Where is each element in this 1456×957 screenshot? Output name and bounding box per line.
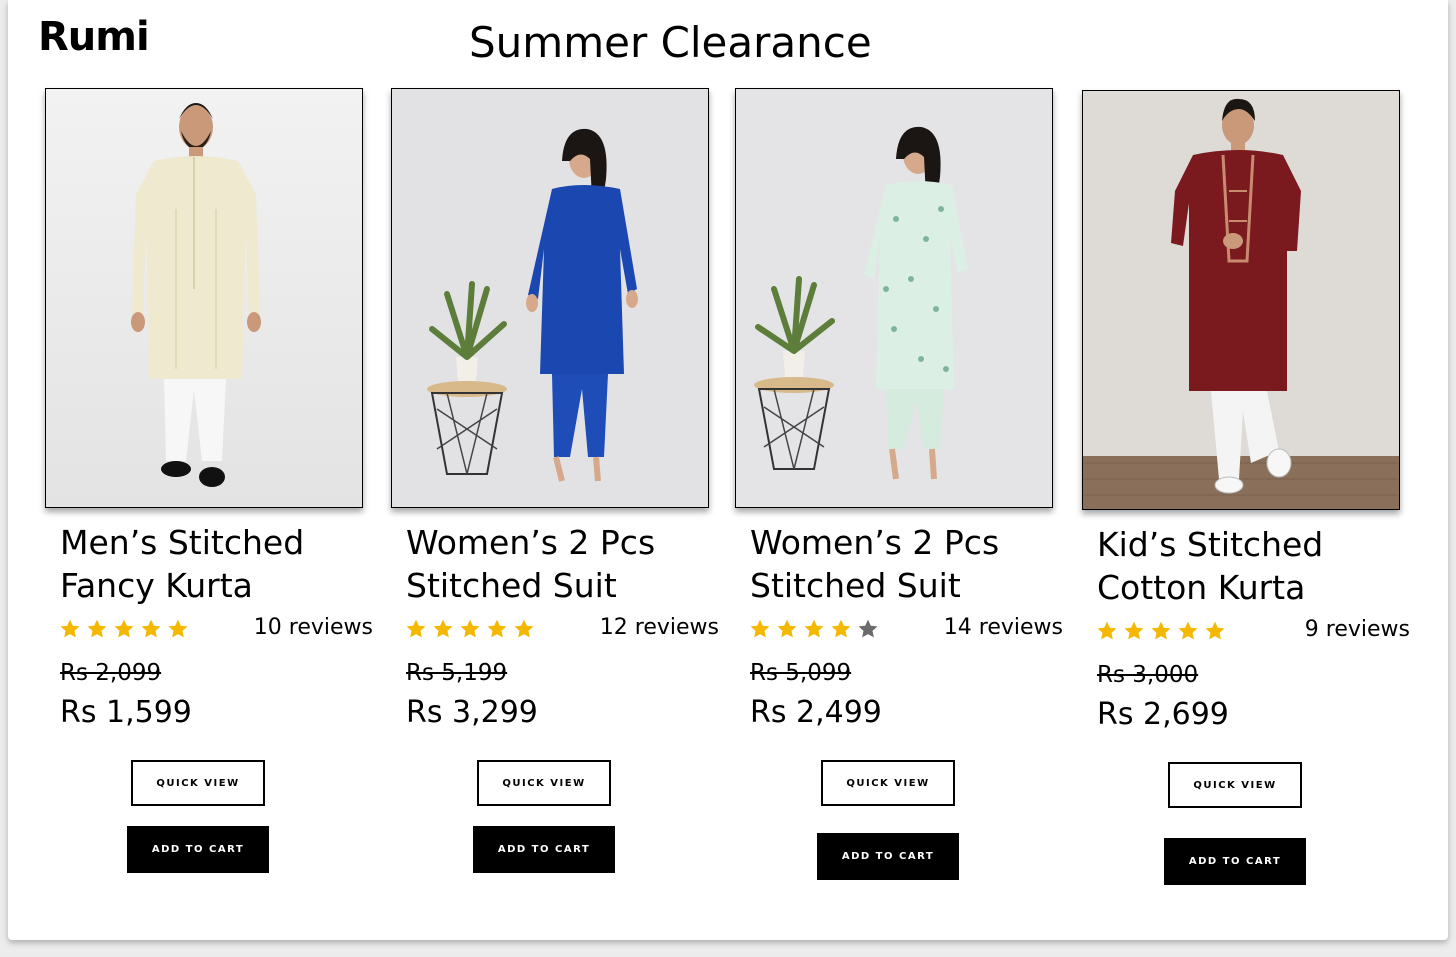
star-filled-icon (406, 619, 426, 638)
product-name-line: Women’s 2 Pcs (406, 523, 656, 562)
product-card: Men’s Stitched Fancy Kurta 10 reviews Rs… (45, 88, 385, 908)
rating-stars (59, 618, 189, 640)
add-to-cart-button[interactable]: ADD TO CART (127, 826, 269, 873)
product-image-womens-blue-suit[interactable] (391, 88, 709, 508)
add-to-cart-button[interactable]: ADD TO CART (473, 826, 615, 873)
product-name-line: Stitched Suit (406, 566, 617, 605)
product-name-line: Stitched Suit (750, 566, 961, 605)
reviews-count[interactable]: 14 reviews (944, 615, 1063, 640)
original-price: Rs 2,099 (60, 660, 162, 686)
star-filled-icon (750, 619, 770, 638)
quick-view-button[interactable]: QUICK VIEW (821, 760, 955, 806)
star-filled-icon (804, 619, 824, 638)
star-filled-icon (1124, 621, 1144, 640)
product-name[interactable]: Women’s 2 Pcs Stitched Suit (406, 521, 726, 607)
quick-view-button[interactable]: QUICK VIEW (1168, 762, 1302, 808)
product-card: Women’s 2 Pcs Stitched Suit 12 reviews R… (391, 88, 731, 908)
product-name[interactable]: Women’s 2 Pcs Stitched Suit (750, 521, 1070, 607)
quick-view-button[interactable]: QUICK VIEW (131, 760, 265, 806)
product-image-kids-kurta[interactable] (1082, 90, 1400, 510)
star-filled-icon (1205, 621, 1225, 640)
product-name-line: Women’s 2 Pcs (750, 523, 1000, 562)
page-title: Summer Clearance (469, 18, 872, 67)
product-name-line: Kid’s Stitched (1097, 525, 1324, 564)
star-filled-icon (60, 619, 80, 638)
star-filled-icon (460, 619, 480, 638)
product-listing-page: Rumi Summer Clearance Men’s Stitched Fan… (8, 0, 1448, 940)
brand-logo[interactable]: Rumi (38, 14, 150, 60)
rating-stars (405, 618, 535, 640)
product-image-mens-kurta[interactable] (45, 88, 363, 508)
sale-price: Rs 2,699 (1097, 697, 1229, 732)
star-filled-icon (831, 619, 851, 638)
sale-price: Rs 2,499 (750, 695, 882, 730)
add-to-cart-button[interactable]: ADD TO CART (1164, 838, 1306, 885)
add-to-cart-button[interactable]: ADD TO CART (817, 833, 959, 880)
star-filled-icon (168, 619, 188, 638)
star-empty-icon (858, 619, 878, 638)
original-price: Rs 5,199 (406, 660, 508, 686)
product-card: Kid’s Stitched Cotton Kurta 9 reviews Rs… (1082, 90, 1422, 910)
star-filled-icon (114, 619, 134, 638)
star-filled-icon (433, 619, 453, 638)
star-filled-icon (1178, 621, 1198, 640)
quick-view-button[interactable]: QUICK VIEW (477, 760, 611, 806)
product-name[interactable]: Men’s Stitched Fancy Kurta (60, 521, 380, 607)
product-card: Women’s 2 Pcs Stitched Suit 14 reviews R… (735, 88, 1075, 908)
star-filled-icon (1097, 621, 1117, 640)
reviews-count[interactable]: 9 reviews (1305, 617, 1410, 642)
reviews-count[interactable]: 12 reviews (600, 615, 719, 640)
star-filled-icon (514, 619, 534, 638)
product-name-line: Men’s Stitched (60, 523, 305, 562)
product-name-line: Fancy Kurta (60, 566, 253, 605)
original-price: Rs 3,000 (1097, 662, 1199, 688)
star-filled-icon (141, 619, 161, 638)
product-name-line: Cotton Kurta (1097, 568, 1306, 607)
star-filled-icon (487, 619, 507, 638)
product-image-womens-floral-suit[interactable] (735, 88, 1053, 508)
sale-price: Rs 1,599 (60, 695, 192, 730)
rating-stars (749, 618, 879, 640)
original-price: Rs 5,099 (750, 660, 852, 686)
sale-price: Rs 3,299 (406, 695, 538, 730)
star-filled-icon (1151, 621, 1171, 640)
product-name[interactable]: Kid’s Stitched Cotton Kurta (1097, 523, 1417, 609)
star-filled-icon (777, 619, 797, 638)
star-filled-icon (87, 619, 107, 638)
reviews-count[interactable]: 10 reviews (254, 615, 373, 640)
rating-stars (1096, 620, 1226, 642)
